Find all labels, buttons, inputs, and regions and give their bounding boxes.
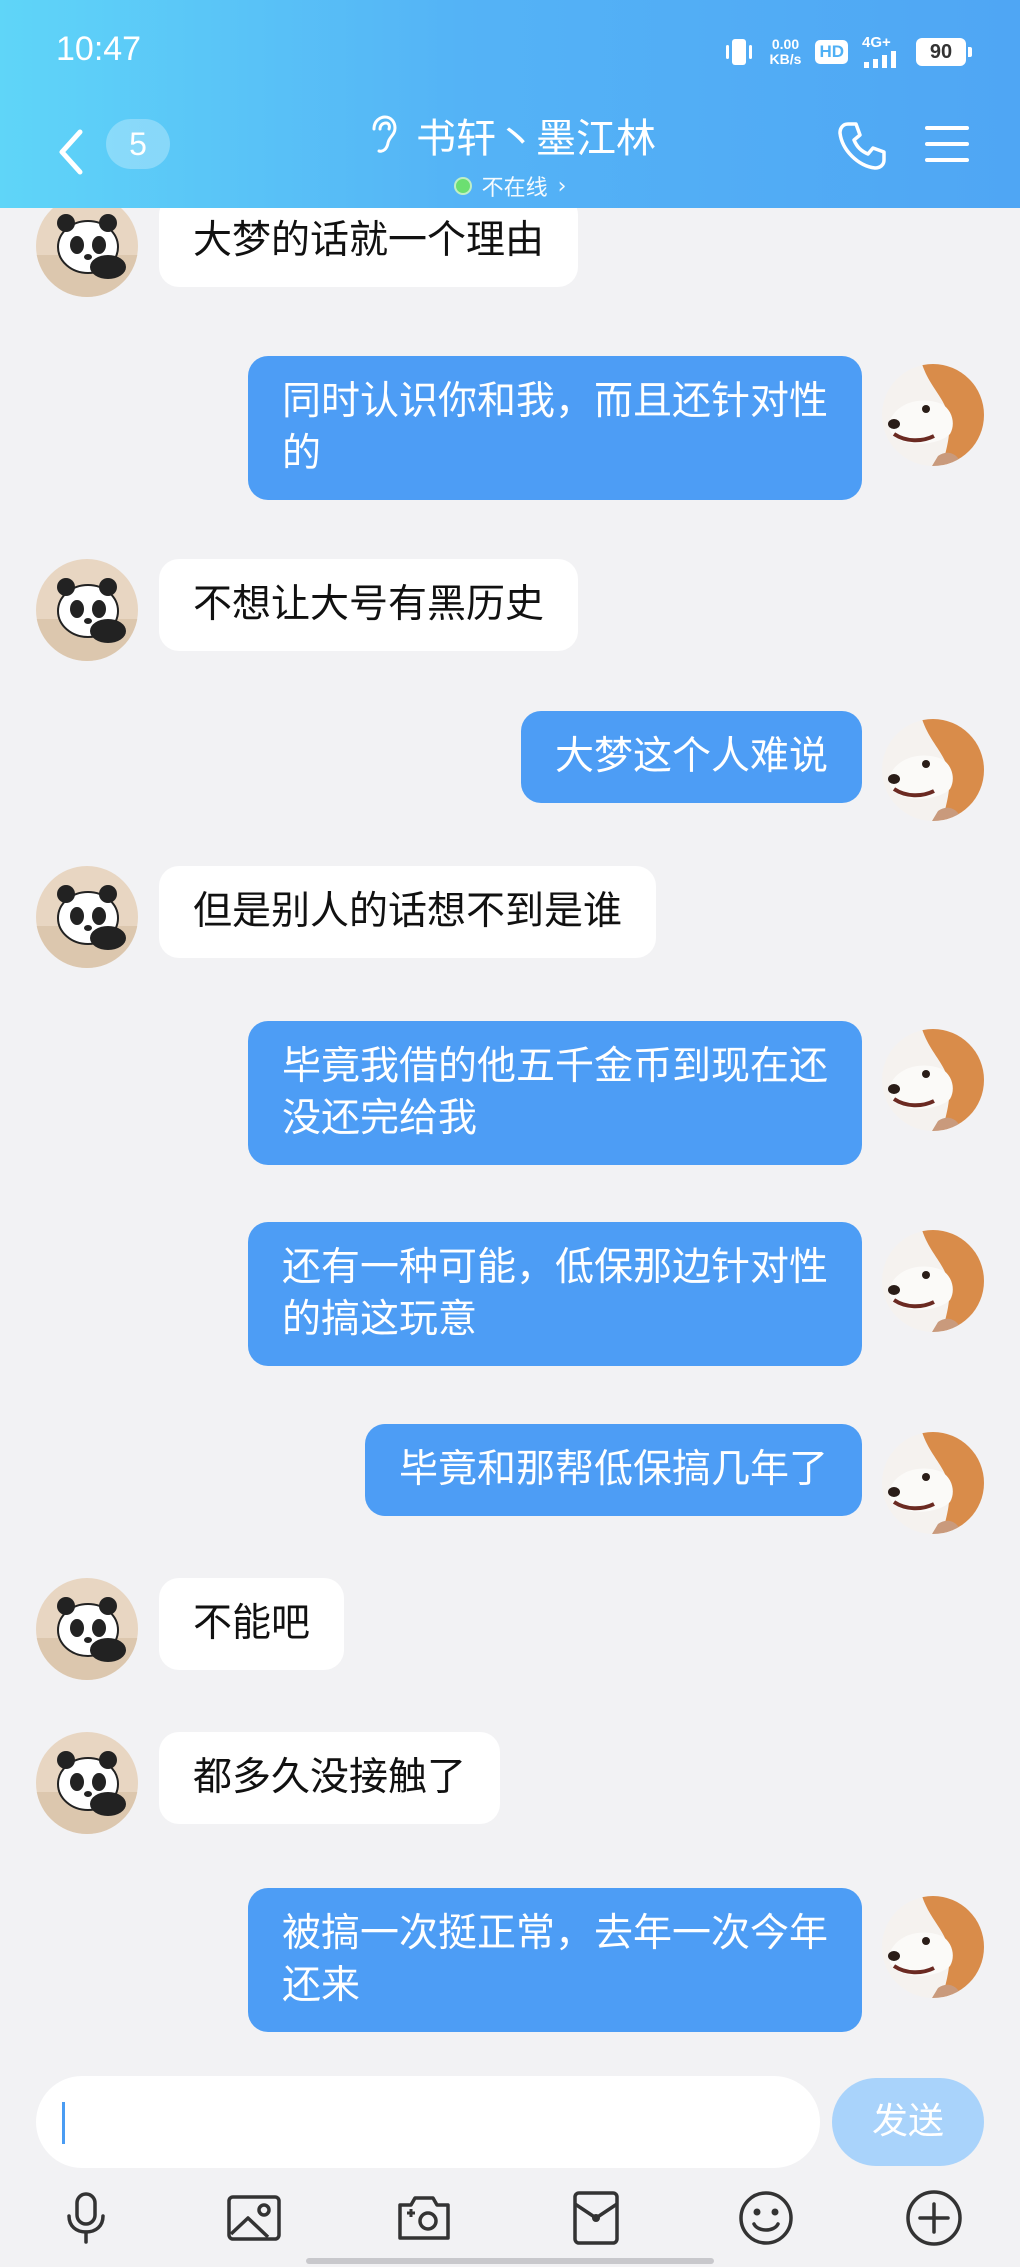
emoji-icon[interactable] [736, 2188, 796, 2248]
my-avatar[interactable] [882, 1896, 984, 1998]
presence-status[interactable]: 不在线 › [453, 170, 567, 202]
hd-badge: HD [815, 40, 848, 64]
photo-icon[interactable] [224, 2188, 284, 2248]
nav-bar: 5 书轩丶墨江林 不在线 › [0, 100, 1020, 208]
red-packet-icon[interactable] [566, 2188, 626, 2248]
battery-indicator: 90 [916, 38, 972, 66]
contact-avatar[interactable] [36, 866, 138, 968]
incoming-message-bubble[interactable]: 但是别人的话想不到是谁 [159, 866, 657, 958]
incoming-message-bubble[interactable]: 都多久没接触了 [159, 1732, 501, 1824]
status-time: 10:47 [56, 30, 142, 68]
incoming-message-bubble[interactable]: 不想让大号有黑历史 [159, 559, 579, 651]
status-bar: 10:47 0.00 KB/s HD 4G+ 90 [0, 0, 1020, 100]
system-icons: 0.00 KB/s HD 4G+ 90 [722, 32, 972, 72]
signal-icon: 4G+ [862, 35, 902, 68]
outgoing-message-bubble[interactable]: 毕竟我借的他五千金币到现在还 没还完给我 [247, 1021, 862, 1165]
ear-icon [372, 115, 397, 153]
microphone-icon[interactable] [56, 2188, 116, 2248]
phone-icon[interactable] [834, 118, 890, 174]
menu-icon[interactable] [922, 122, 972, 166]
outgoing-message-bubble[interactable]: 被搞一次挺正常，去年一次今年 还来 [247, 1888, 862, 2032]
input-bar: 发送 [0, 2048, 1020, 2267]
vibrate-icon [725, 39, 752, 65]
text-caret [62, 2102, 65, 2144]
message-input[interactable] [36, 2076, 820, 2168]
my-avatar[interactable] [882, 1029, 984, 1131]
incoming-message-bubble[interactable]: 大梦的话就一个理由 [159, 208, 579, 287]
message-list[interactable]: 大梦的话就一个理由 同时认识你和我，而且还针对性 的 不想让大号有黑历史 大梦这… [0, 208, 1020, 2048]
outgoing-message-bubble[interactable]: 还有一种可能，低保那边针对性 的搞这玩意 [247, 1222, 862, 1366]
contact-name: 书轩丶墨江林 [416, 116, 656, 162]
presence-dot [453, 177, 472, 195]
contact-avatar[interactable] [36, 1732, 138, 1834]
incoming-message-bubble[interactable]: 不能吧 [159, 1578, 345, 1670]
my-avatar[interactable] [882, 1432, 984, 1534]
outgoing-message-bubble[interactable]: 大梦这个人难说 [520, 711, 862, 803]
network-speed: 0.00 KB/s [769, 36, 802, 67]
outgoing-message-bubble[interactable]: 毕竟和那帮低保搞几年了 [364, 1424, 862, 1516]
my-avatar[interactable] [882, 364, 984, 466]
contact-avatar[interactable] [36, 559, 138, 661]
outgoing-message-bubble[interactable]: 同时认识你和我，而且还针对性 的 [247, 356, 862, 500]
contact-avatar[interactable] [36, 208, 138, 297]
chevron-right-icon: › [557, 173, 567, 199]
my-avatar[interactable] [882, 1230, 984, 1332]
chat-header: 10:47 0.00 KB/s HD 4G+ 90 5 书轩丶墨江林 不在线 › [0, 0, 1020, 208]
send-button[interactable]: 发送 [832, 2078, 984, 2166]
camera-icon[interactable] [394, 2188, 454, 2248]
my-avatar[interactable] [882, 719, 984, 821]
home-indicator[interactable] [306, 2258, 714, 2264]
plus-icon[interactable] [904, 2188, 964, 2248]
input-toolbar [0, 2188, 1020, 2248]
contact-avatar[interactable] [36, 1578, 138, 1680]
